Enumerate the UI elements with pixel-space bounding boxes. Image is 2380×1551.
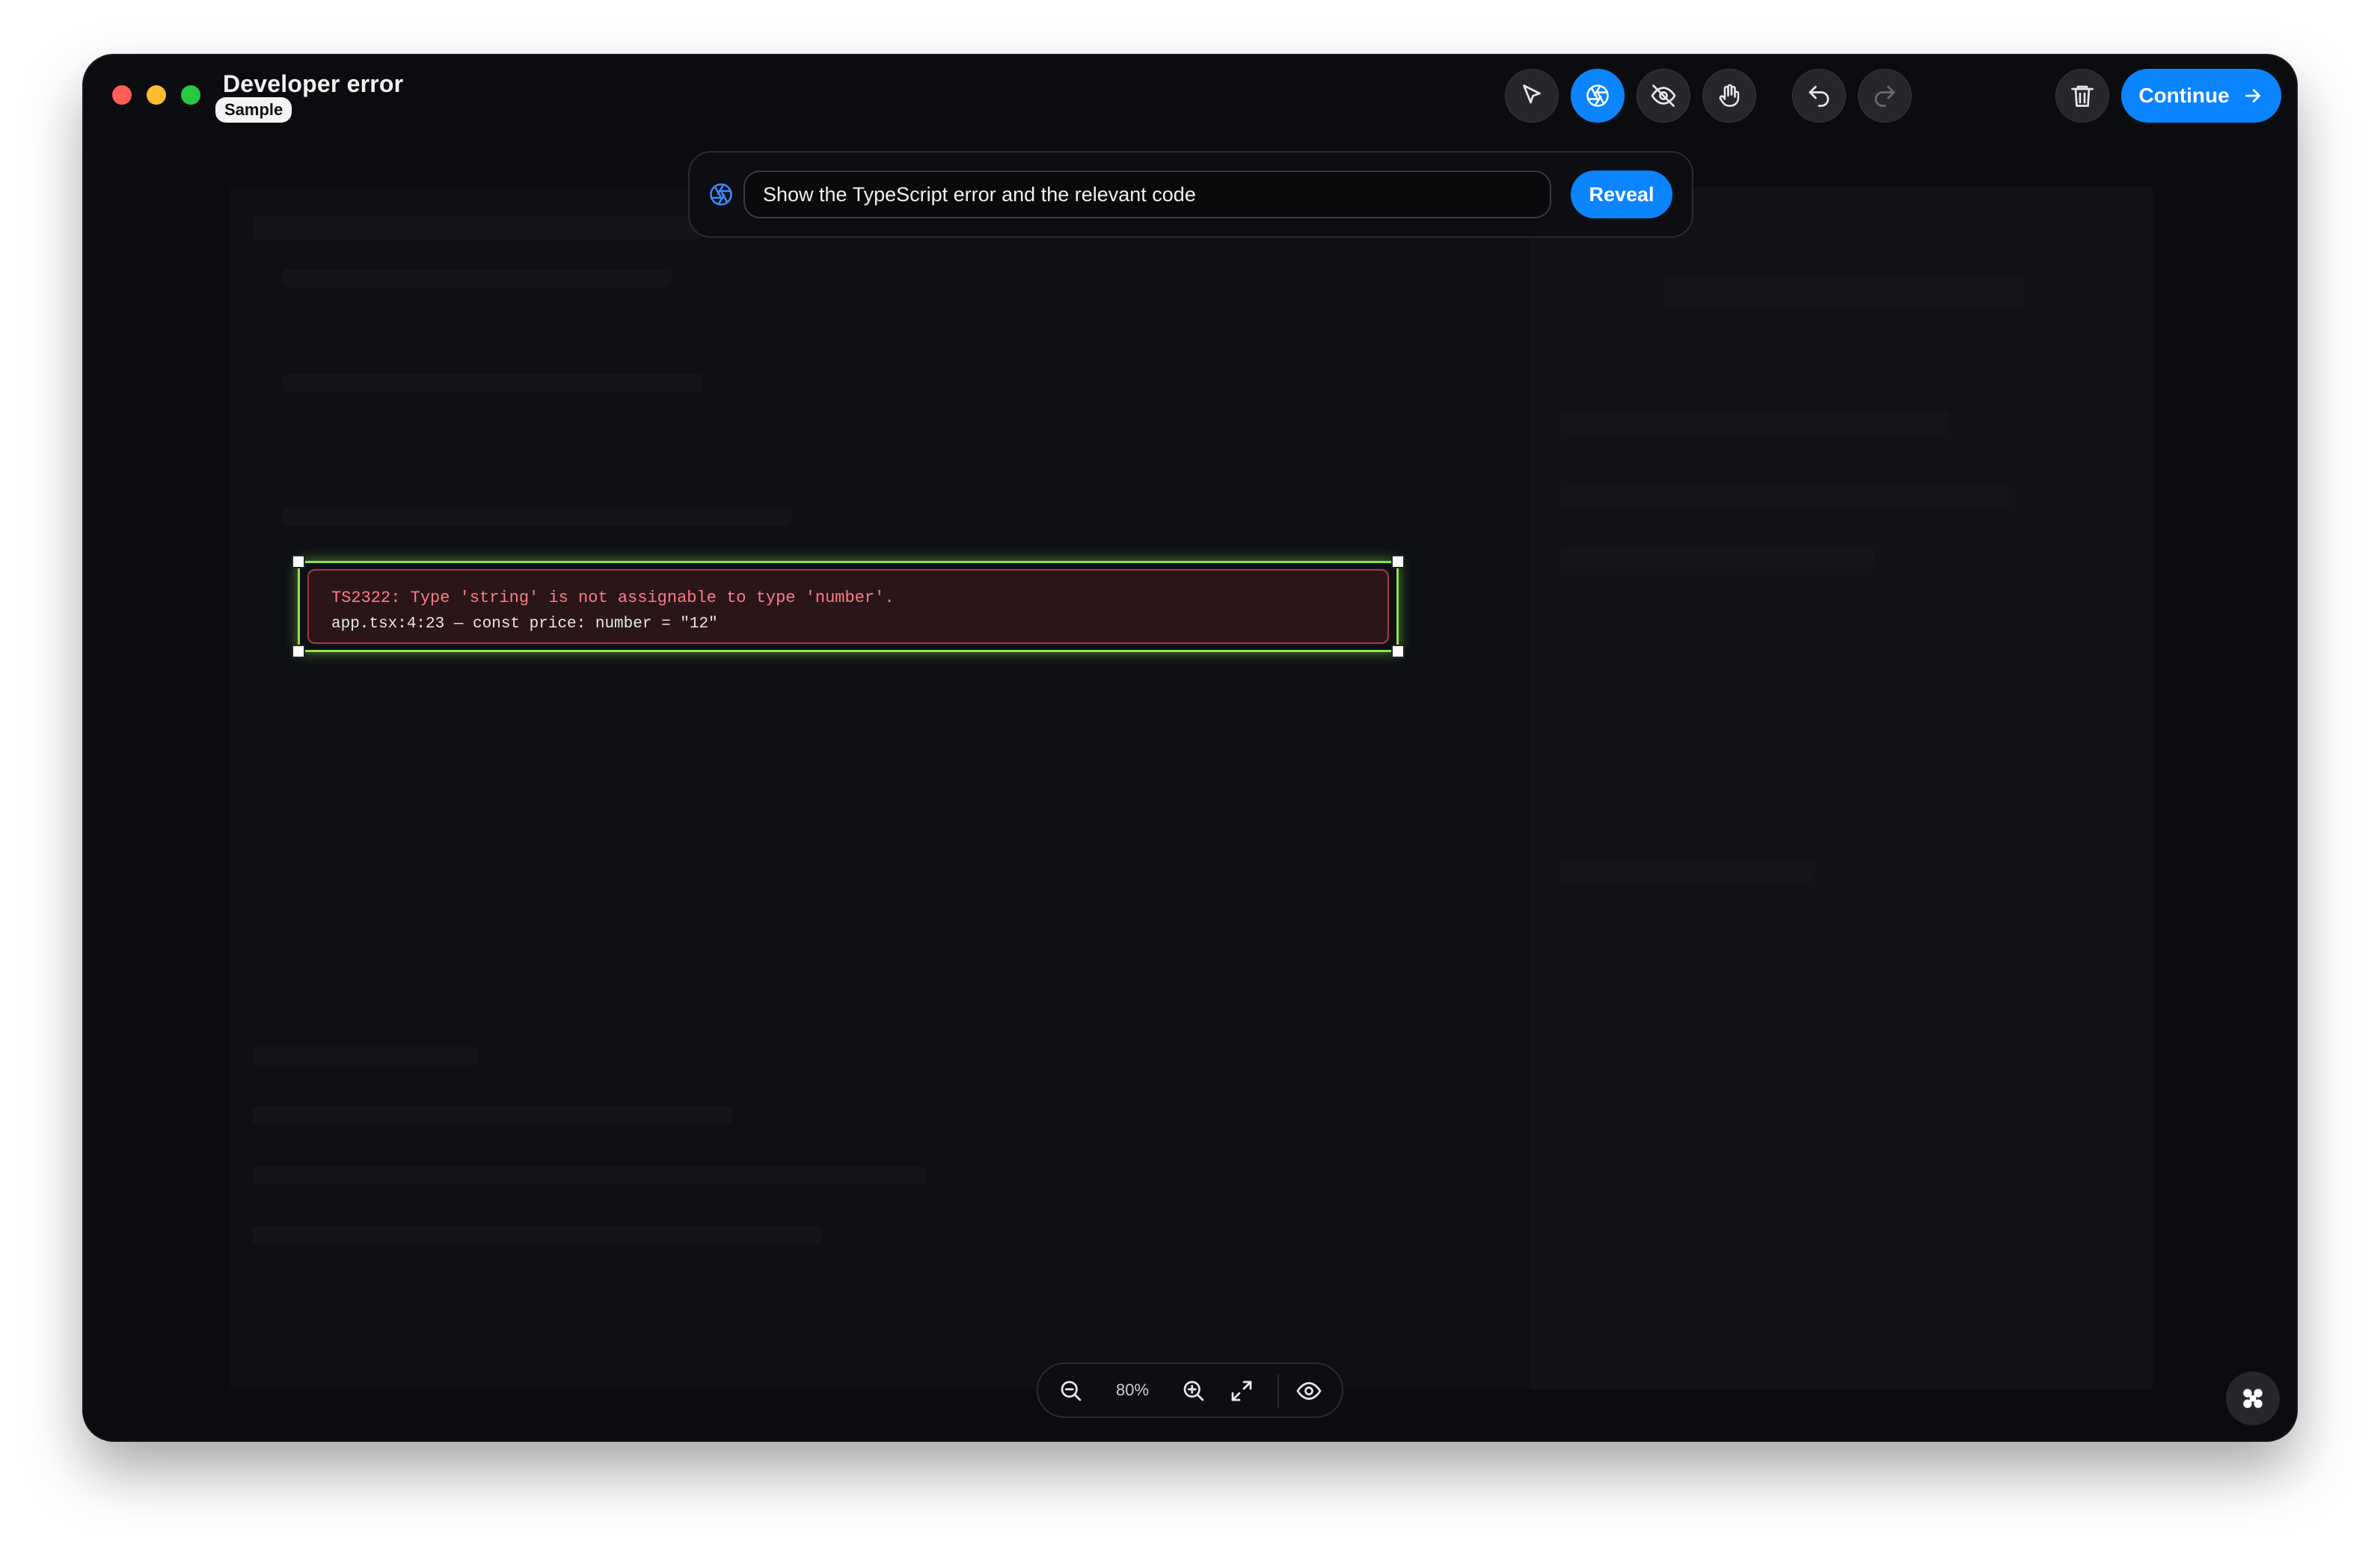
zoom-out-icon[interactable] (1058, 1378, 1085, 1404)
hide-tool-button[interactable] (1637, 69, 1690, 123)
hand-icon (1719, 84, 1740, 107)
blurred-content (253, 1107, 732, 1125)
zoom-level: 80% (1116, 1380, 1150, 1399)
zoom-in-icon[interactable] (1180, 1378, 1207, 1404)
error-location: app.tsx:4:23 — const price: number = "12… (331, 615, 718, 633)
undo-icon (1809, 85, 1830, 107)
blurred-content (1665, 277, 2024, 307)
blurred-content (1560, 486, 2009, 509)
redo-icon (1874, 85, 1895, 107)
eye-off-icon (1651, 85, 1676, 107)
app-window: Developer error Sample Continue Show the… (84, 55, 2296, 1440)
resize-handle-bottom-right[interactable] (1391, 645, 1405, 658)
arrow-right-icon (2245, 89, 2260, 102)
continue-button[interactable]: Continue (2121, 69, 2281, 123)
minimize-window-button[interactable] (147, 85, 166, 105)
blurred-content (253, 1047, 477, 1065)
window-title: Developer error (223, 70, 404, 97)
eye-icon[interactable] (1295, 1378, 1322, 1404)
blurred-content (1560, 860, 1815, 882)
maximize-window-button[interactable] (181, 85, 200, 105)
redo-button[interactable] (1858, 69, 1912, 123)
error-box: TS2322: Type 'string' is not assignable … (307, 569, 1389, 644)
cursor-arrow-icon (1523, 85, 1541, 104)
sample-badge: Sample (215, 97, 292, 123)
blurred-content (1560, 546, 1874, 568)
reveal-tool-button[interactable] (1571, 69, 1625, 123)
reveal-button[interactable]: Reveal (1571, 171, 1672, 218)
aperture-icon (710, 183, 732, 206)
zoom-bar: 80% (1037, 1363, 1343, 1418)
blurred-side-panel (1530, 187, 2153, 1389)
blurred-content (283, 509, 791, 526)
aperture-icon (1586, 85, 1609, 107)
blurred-content (283, 374, 702, 392)
screenshot-canvas[interactable] (230, 187, 2153, 1389)
blurred-content (253, 217, 702, 239)
prompt-input[interactable] (743, 171, 1551, 218)
delete-button[interactable] (2055, 69, 2109, 123)
resize-handle-top-right[interactable] (1391, 555, 1405, 568)
error-message: TS2322: Type 'string' is not assignable … (331, 589, 895, 607)
apps-icon (2243, 1389, 2263, 1408)
pan-tool-button[interactable] (1702, 69, 1756, 123)
select-tool-button[interactable] (1505, 69, 1559, 123)
zoom-divider (1278, 1375, 1279, 1407)
blurred-content (1560, 411, 1949, 434)
blurred-content (283, 269, 672, 287)
apps-button[interactable] (2226, 1372, 2280, 1425)
selection-region[interactable]: TS2322: Type 'string' is not assignable … (292, 555, 1405, 658)
fit-screen-icon[interactable] (1228, 1378, 1255, 1404)
blurred-content (253, 1167, 926, 1185)
undo-button[interactable] (1792, 69, 1846, 123)
close-window-button[interactable] (112, 85, 132, 105)
blurred-content (253, 1226, 821, 1244)
prompt-bar: Reveal (688, 151, 1693, 238)
resize-handle-top-left[interactable] (292, 555, 305, 568)
trash-icon (2071, 85, 2094, 107)
continue-label: Continue (2138, 84, 2230, 107)
resize-handle-bottom-left[interactable] (292, 645, 305, 658)
